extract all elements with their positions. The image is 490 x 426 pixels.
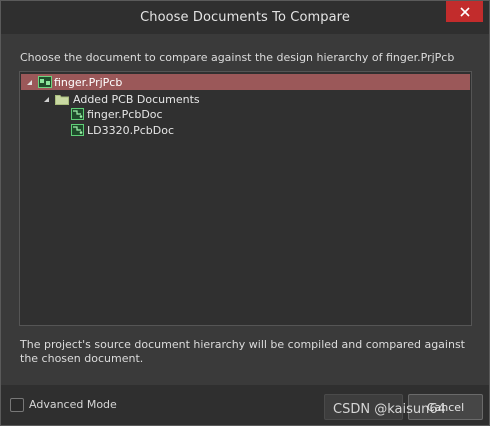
expand-arrow-icon[interactable]: [41, 94, 51, 104]
project-label: finger.PrjPcb: [54, 75, 123, 89]
advanced-mode-checkbox[interactable]: [10, 398, 24, 412]
tree-item-project[interactable]: finger.PrjPcb: [21, 74, 470, 90]
description-text: The project's source document hierarchy …: [20, 338, 465, 365]
expand-arrow-icon[interactable]: [24, 77, 34, 87]
pcb-project-icon: [38, 76, 52, 88]
document-tree[interactable]: finger.PrjPcb Added PCB Documents finger…: [19, 71, 472, 326]
dialog-title: Choose Documents To Compare: [140, 10, 350, 25]
folder-label: Added PCB Documents: [73, 92, 200, 106]
document-label: LD3320.PcbDoc: [87, 123, 175, 137]
close-button[interactable]: [446, 1, 483, 22]
advanced-mode-label[interactable]: Advanced Mode: [29, 398, 117, 411]
folder-icon: [55, 94, 69, 105]
tree-item-folder[interactable]: Added PCB Documents: [21, 91, 470, 107]
tree-item-document[interactable]: LD3320.PcbDoc: [21, 122, 470, 138]
watermark-text: CSDN @kaisun64: [333, 402, 446, 417]
choose-documents-dialog: Choose Documents To Compare Choose the d…: [0, 0, 490, 426]
document-label: finger.PcbDoc: [87, 107, 163, 121]
close-icon: [459, 6, 470, 17]
title-bar: Choose Documents To Compare: [1, 1, 489, 34]
instruction-text: Choose the document to compare against t…: [20, 51, 455, 64]
pcb-document-icon: [71, 124, 84, 136]
pcb-document-icon: [71, 108, 84, 120]
tree-item-document[interactable]: finger.PcbDoc: [21, 106, 470, 122]
